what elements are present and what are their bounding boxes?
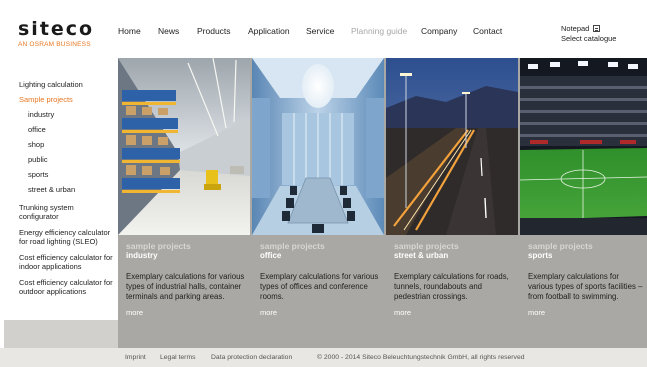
industry-text: sample projects industry Exemplary calcu… <box>126 241 248 320</box>
page-footer: Imprint Legal terms Data protection decl… <box>0 348 647 367</box>
nav-service[interactable]: Service <box>306 26 334 36</box>
sidebar-item-shop[interactable]: shop <box>19 140 119 149</box>
industry-eyebrow: sample projects <box>126 241 191 251</box>
nav-news[interactable]: News <box>158 26 179 36</box>
street-urban-description: Exemplary calculations for roads, tunnel… <box>394 272 509 301</box>
sidebar-item-sample-projects[interactable]: Sample projects <box>19 95 119 104</box>
street-night-photo[interactable] <box>386 58 518 235</box>
office-eyebrow: sample projects <box>260 241 325 251</box>
sports-eyebrow: sample projects <box>528 241 593 251</box>
footer-legal-link[interactable]: Legal terms <box>160 354 196 361</box>
nav-planning-guide[interactable]: Planning guide <box>351 26 407 36</box>
sidebar: Lighting calculation Sample projects ind… <box>4 58 118 348</box>
notepad-link[interactable]: Notepad <box>561 24 616 34</box>
sidebar-item-public[interactable]: public <box>19 155 119 164</box>
sidebar-footer-panel <box>4 320 118 348</box>
siteco-logo[interactable]: siteco AN OSRAM BUSINESS <box>18 18 95 49</box>
industry-description: Exemplary calculations for various types… <box>126 272 245 301</box>
sidebar-item-street-urban[interactable]: street & urban <box>19 185 119 194</box>
top-header: siteco AN OSRAM BUSINESS Home News Produ… <box>0 0 647 58</box>
office-room-photo[interactable] <box>252 58 384 235</box>
sample-projects-panel: sample projects industry Exemplary calcu… <box>118 58 647 348</box>
nav-products[interactable]: Products <box>197 26 231 36</box>
sidebar-item-trunking-configurator[interactable]: Trunking system configurator <box>19 203 99 221</box>
footer-copyright: © 2000 - 2014 Siteco Beleuchtungstechnik… <box>317 354 525 361</box>
industry-more-link[interactable]: more <box>126 308 143 318</box>
sports-text: sample projects sports Exemplary calcula… <box>528 241 646 320</box>
office-description: Exemplary calculations for various types… <box>260 272 379 301</box>
notepad-icon <box>593 25 601 32</box>
street-urban-text: sample projects street & urban Exemplary… <box>394 241 516 320</box>
sidebar-item-office[interactable]: office <box>19 125 119 134</box>
nav-company[interactable]: Company <box>421 26 457 36</box>
sidebar-item-sleo-calculator[interactable]: Energy efficiency calculator for road li… <box>19 228 111 246</box>
nav-application[interactable]: Application <box>248 26 290 36</box>
sports-title[interactable]: sports <box>528 251 646 261</box>
nav-home[interactable]: Home <box>118 26 141 36</box>
industry-title[interactable]: industry <box>126 251 248 261</box>
sidebar-item-sports[interactable]: sports <box>19 170 119 179</box>
sidebar-item-lighting-calculation[interactable]: Lighting calculation <box>19 80 119 89</box>
nav-contact[interactable]: Contact <box>473 26 502 36</box>
footer-privacy-link[interactable]: Data protection declaration <box>211 354 292 361</box>
header-tools: Notepad Select catalogue <box>561 24 616 44</box>
notepad-label: Notepad <box>561 24 590 33</box>
sidebar-item-industry[interactable]: industry <box>19 110 119 119</box>
footer-imprint-link[interactable]: Imprint <box>125 354 146 361</box>
sidebar-item-indoor-cost-calculator[interactable]: Cost efficiency calculator for indoor ap… <box>19 253 119 271</box>
stadium-photo[interactable] <box>520 58 647 235</box>
office-text: sample projects office Exemplary calcula… <box>260 241 382 320</box>
sports-more-link[interactable]: more <box>528 308 545 318</box>
sidebar-item-outdoor-cost-calculator[interactable]: Cost efficiency calculator for outdoor a… <box>19 278 119 296</box>
project-column-office: sample projects office Exemplary calcula… <box>252 58 384 348</box>
select-catalogue-link[interactable]: Select catalogue <box>561 34 616 44</box>
office-more-link[interactable]: more <box>260 308 277 318</box>
office-title[interactable]: office <box>260 251 382 261</box>
sidebar-menu: Lighting calculation Sample projects ind… <box>19 80 119 296</box>
sports-description: Exemplary calculations for various types… <box>528 272 643 301</box>
logo-wordmark: siteco <box>18 18 95 40</box>
logo-tagline: AN OSRAM BUSINESS <box>18 41 91 48</box>
project-column-sports: sample projects sports Exemplary calcula… <box>520 58 647 348</box>
street-urban-eyebrow: sample projects <box>394 241 459 251</box>
industry-hall-photo[interactable] <box>118 58 250 235</box>
street-urban-more-link[interactable]: more <box>394 308 411 318</box>
street-urban-title[interactable]: street & urban <box>394 251 516 261</box>
project-column-street-urban: sample projects street & urban Exemplary… <box>386 58 518 348</box>
project-column-industry: sample projects industry Exemplary calcu… <box>118 58 250 348</box>
